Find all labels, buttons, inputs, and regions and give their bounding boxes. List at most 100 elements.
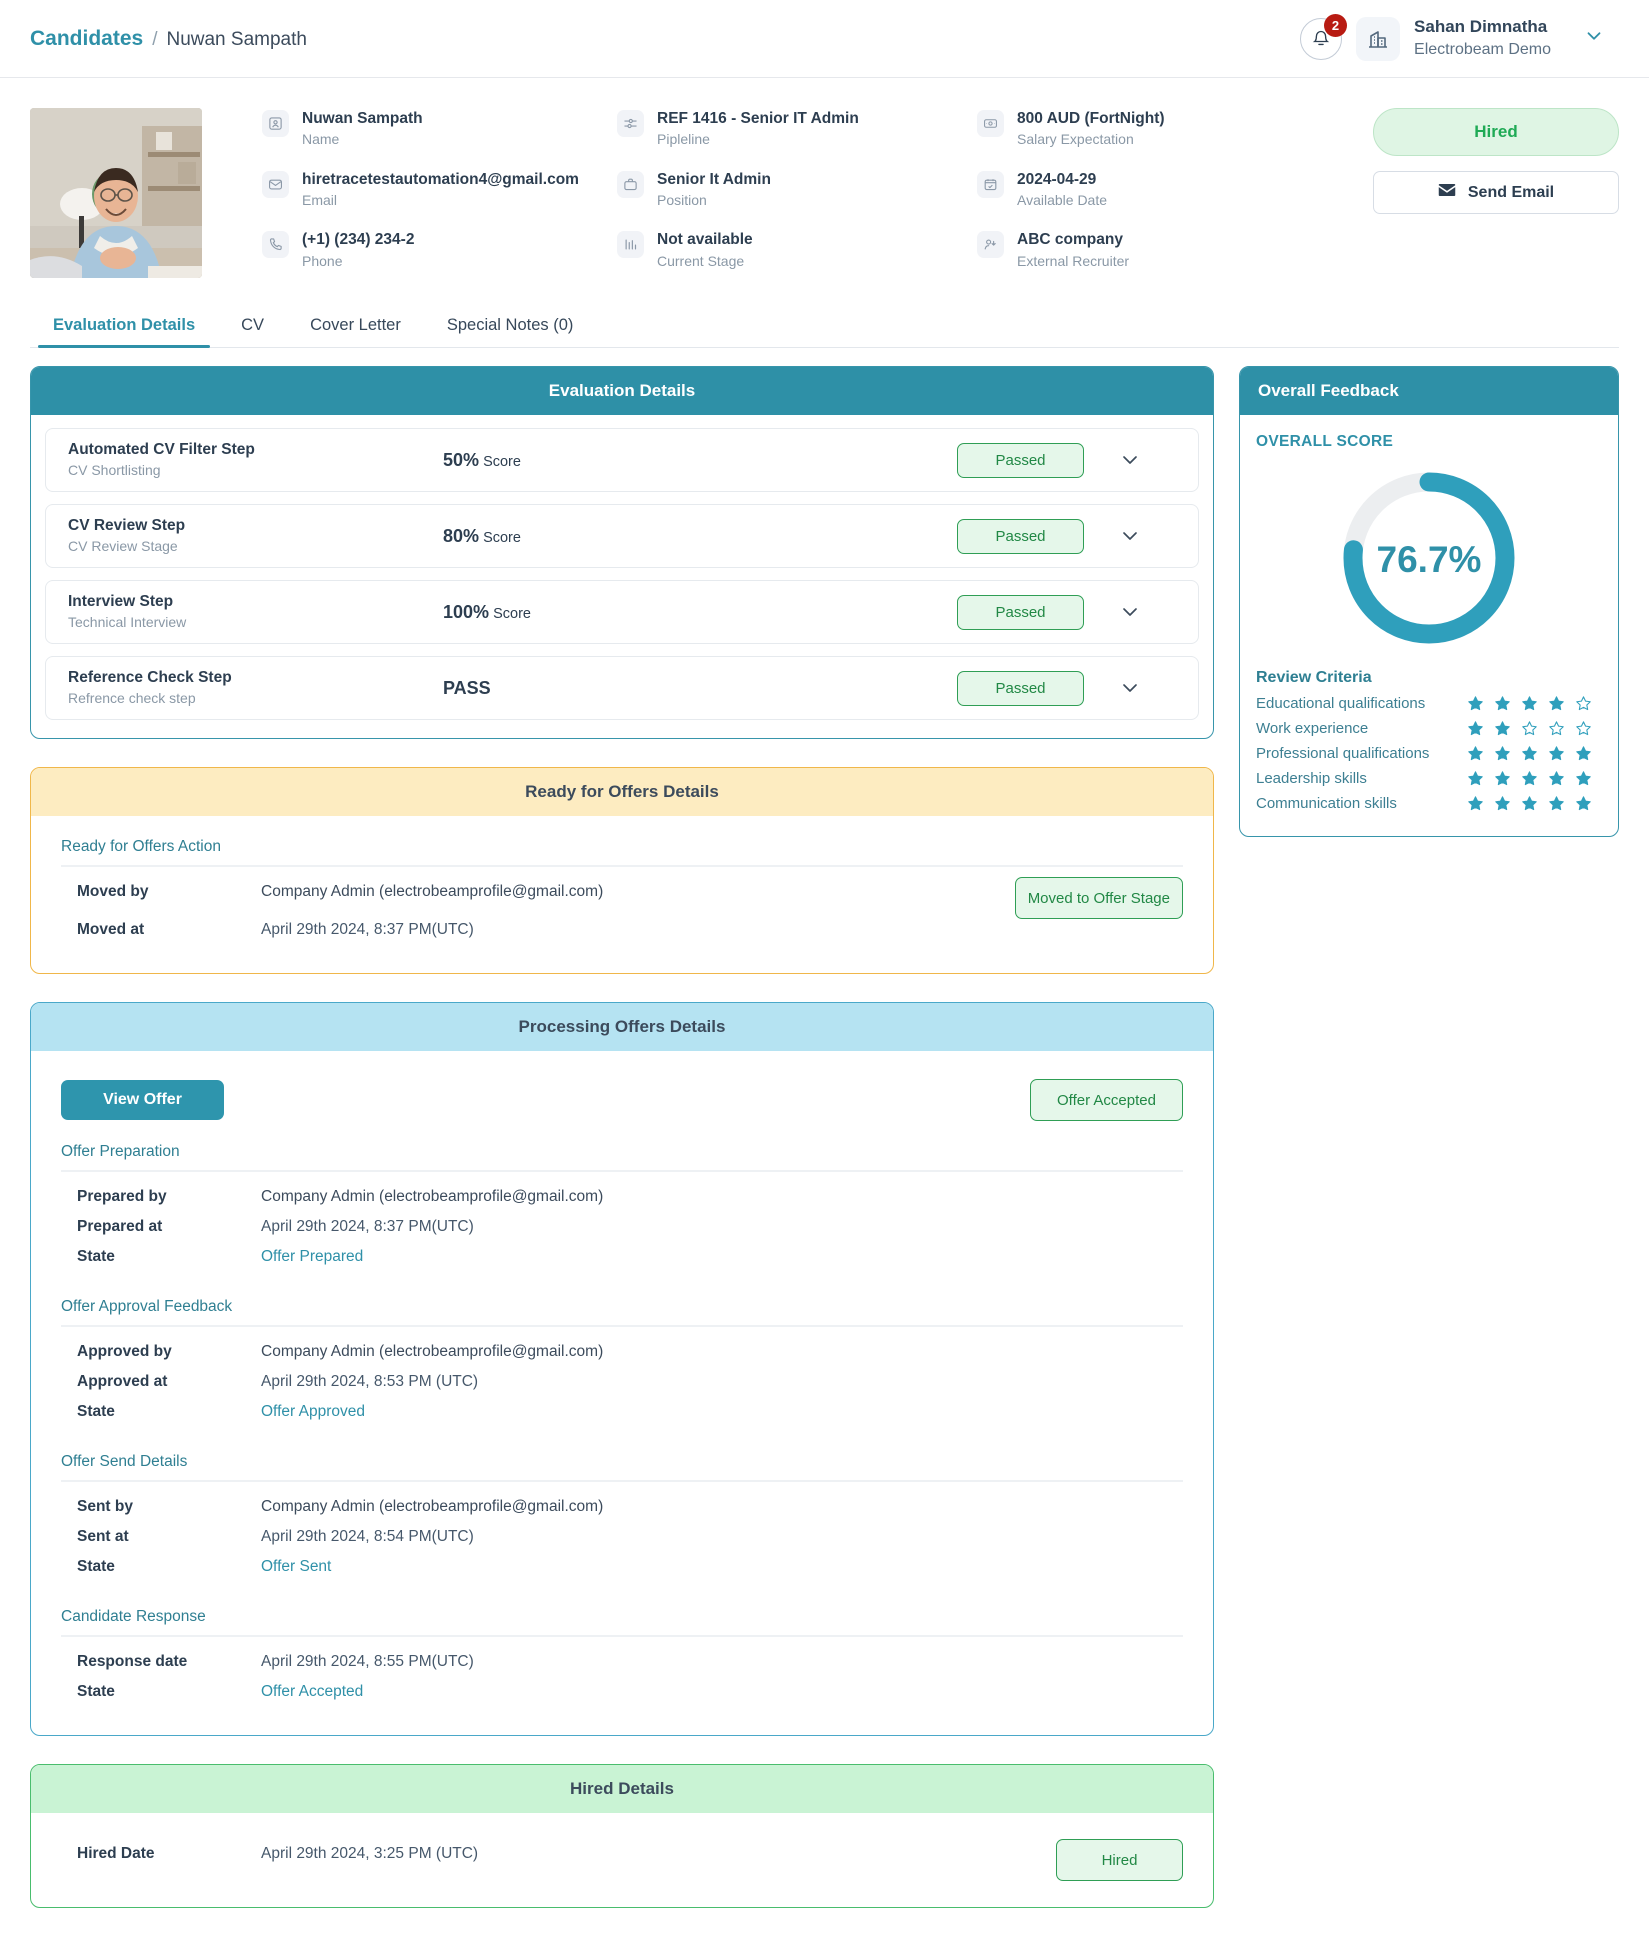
star-icon bbox=[1549, 721, 1564, 736]
field-key: State bbox=[77, 1248, 115, 1265]
overall-feedback-card: Overall Feedback OVERALL SCORE 76.7% Rev… bbox=[1239, 366, 1619, 837]
hired-details-title: Hired Details bbox=[31, 1765, 1213, 1813]
status-badge-hired[interactable]: Hired bbox=[1373, 108, 1619, 156]
field-value: April 29th 2024, 8:54 PM(UTC) bbox=[261, 1528, 474, 1545]
status-badge-hired[interactable]: Hired bbox=[1056, 1839, 1183, 1881]
user-organization: Electrobeam Demo bbox=[1414, 41, 1551, 59]
eval-step-title: Automated CV Filter Step bbox=[68, 441, 255, 459]
field-prepared-by: Prepared by Company Admin (electrobeampr… bbox=[61, 1182, 1183, 1212]
divider bbox=[61, 1170, 1183, 1172]
status-badge[interactable]: Passed bbox=[957, 594, 1084, 630]
star-icon bbox=[1549, 746, 1564, 761]
pipeline-label: Pipleline bbox=[657, 131, 710, 148]
table-row[interactable]: Reference Check Step Refrence check step… bbox=[45, 656, 1199, 720]
view-offer-button[interactable]: View Offer bbox=[61, 1080, 224, 1120]
field-moved-at: Moved at April 29th 2024, 8:37 PM(UTC) bbox=[61, 907, 1015, 945]
field-value: Offer Sent bbox=[261, 1558, 332, 1575]
right-column: Overall Feedback OVERALL SCORE 76.7% Rev… bbox=[1239, 366, 1619, 837]
candidate-profile-header: Nuwan Sampath Name hiretracetestautomati… bbox=[0, 78, 1649, 288]
field-key: Sent by bbox=[77, 1498, 133, 1515]
tab-special-notes[interactable]: Special Notes (0) bbox=[424, 306, 597, 347]
processing-offers-card: Processing Offers Details View Offer Off… bbox=[30, 1002, 1214, 1736]
email-icon bbox=[262, 170, 289, 198]
star-icon bbox=[1495, 771, 1510, 786]
tab-evaluation-details[interactable]: Evaluation Details bbox=[30, 306, 218, 348]
star-icon bbox=[1495, 746, 1510, 761]
candidate-info-grid: Nuwan Sampath Name hiretracetestautomati… bbox=[202, 108, 1373, 278]
status-badge[interactable]: Passed bbox=[957, 442, 1084, 478]
expand-row-button[interactable] bbox=[1084, 600, 1176, 624]
field-value: Company Admin (electrobeamprofile@gmail.… bbox=[261, 1498, 604, 1515]
top-header: Candidates / Nuwan Sampath 2 Sahan Dimna… bbox=[0, 0, 1649, 78]
available-date-value: 2024-04-29 bbox=[1017, 170, 1097, 188]
star-icon bbox=[1495, 796, 1510, 811]
overall-feedback-title: Overall Feedback bbox=[1240, 367, 1618, 415]
overall-feedback-body: OVERALL SCORE 76.7% Review Criteria Educ… bbox=[1240, 415, 1618, 836]
hired-details-body: Hired Date April 29th 2024, 3:25 PM (UTC… bbox=[31, 1813, 1213, 1907]
eval-step-score: 80% Score bbox=[443, 526, 957, 547]
organization-icon bbox=[1356, 16, 1401, 61]
eval-score-number: 50% bbox=[443, 449, 480, 470]
status-badge-moved-to-offer-stage[interactable]: Moved to Offer Stage bbox=[1014, 877, 1183, 919]
field-key: Response date bbox=[77, 1653, 188, 1670]
section-label-offer-preparation: Offer Preparation bbox=[61, 1143, 180, 1160]
field-value: Company Admin (electrobeamprofile@gmail.… bbox=[261, 1188, 604, 1205]
field-sent-at: Sent at April 29th 2024, 8:54 PM(UTC) bbox=[61, 1522, 1183, 1552]
star-icon bbox=[1549, 796, 1564, 811]
status-badge-offer-accepted[interactable]: Offer Accepted bbox=[1030, 1079, 1183, 1121]
hired-details-card: Hired Details Hired Date April 29th 2024… bbox=[30, 1764, 1214, 1908]
tab-cover-letter[interactable]: Cover Letter bbox=[287, 306, 424, 347]
status-badge[interactable]: Passed bbox=[957, 518, 1084, 554]
criteria-row-leadership-skills: Leadership skills bbox=[1256, 766, 1602, 791]
field-key: State bbox=[77, 1403, 115, 1420]
star-icon bbox=[1468, 721, 1483, 736]
overall-score-value: 76.7% bbox=[1376, 539, 1482, 580]
chevron-down-icon[interactable] bbox=[1583, 25, 1605, 52]
field-key: State bbox=[77, 1558, 115, 1575]
star-rating bbox=[1467, 795, 1602, 812]
expand-row-button[interactable] bbox=[1084, 676, 1176, 700]
field-key: Moved at bbox=[77, 921, 145, 938]
star-icon bbox=[1522, 721, 1537, 736]
eval-step-title: Interview Step bbox=[68, 593, 174, 611]
expand-row-button[interactable] bbox=[1084, 448, 1176, 472]
expand-row-button[interactable] bbox=[1084, 524, 1176, 548]
field-prep-state: State Offer Prepared bbox=[61, 1242, 1183, 1292]
star-icon bbox=[1495, 696, 1510, 711]
pipeline-icon bbox=[617, 110, 644, 137]
star-icon bbox=[1576, 771, 1591, 786]
star-icon bbox=[1522, 771, 1537, 786]
info-field-external-recruiter: ABC company External Recruiter bbox=[977, 229, 1277, 272]
table-row[interactable]: CV Review Step CV Review Stage 80% Score… bbox=[45, 504, 1199, 568]
available-date-label: Available Date bbox=[1017, 192, 1108, 209]
notifications-button[interactable]: 2 bbox=[1300, 13, 1348, 60]
field-value: Offer Accepted bbox=[261, 1683, 364, 1700]
candidate-name-value: Nuwan Sampath bbox=[302, 110, 423, 127]
criteria-label: Communication skills bbox=[1256, 795, 1397, 812]
left-column: Evaluation Details Automated CV Filter S… bbox=[30, 366, 1214, 1908]
star-icon bbox=[1495, 721, 1510, 736]
field-approved-by: Approved by Company Admin (electrobeampr… bbox=[61, 1337, 1183, 1367]
field-key: State bbox=[77, 1683, 115, 1700]
send-email-button[interactable]: Send Email bbox=[1373, 171, 1619, 214]
candidate-name-label: Name bbox=[302, 131, 340, 148]
eval-step-score: 50% Score bbox=[443, 450, 957, 471]
field-approval-state: State Offer Approved bbox=[61, 1397, 1183, 1447]
tab-cv[interactable]: CV bbox=[218, 306, 287, 347]
star-rating bbox=[1467, 720, 1602, 737]
info-field-salary: 800 AUD (FortNight) Salary Expectation bbox=[977, 108, 1277, 151]
criteria-row-educational-qualifications: Educational qualifications bbox=[1256, 691, 1602, 716]
eval-step-subtitle: CV Shortlisting bbox=[68, 462, 161, 479]
user-menu[interactable]: Sahan Dimnatha Electrobeam Demo bbox=[1414, 16, 1551, 61]
status-badge[interactable]: Passed bbox=[957, 670, 1084, 706]
candidate-email-value: hiretracetestautomation4@gmail.com bbox=[302, 170, 579, 188]
position-value: Senior It Admin bbox=[657, 170, 771, 188]
candidate-phone-label: Phone bbox=[302, 252, 343, 269]
table-row[interactable]: Automated CV Filter Step CV Shortlisting… bbox=[45, 428, 1199, 492]
table-row[interactable]: Interview Step Technical Interview 100% … bbox=[45, 580, 1199, 644]
breadcrumb-candidates-link[interactable]: Candidates bbox=[30, 27, 143, 51]
overall-score-label: OVERALL SCORE bbox=[1256, 433, 1394, 450]
field-key: Approved at bbox=[77, 1373, 168, 1390]
header-actions: 2 Sahan Dimnatha Electrobeam Demo bbox=[1300, 13, 1619, 61]
eval-step-subtitle: Technical Interview bbox=[68, 614, 187, 631]
